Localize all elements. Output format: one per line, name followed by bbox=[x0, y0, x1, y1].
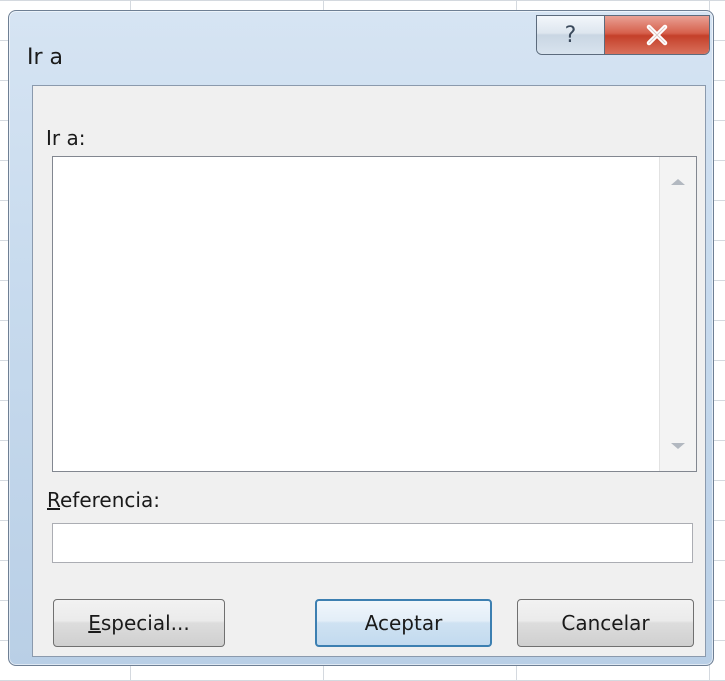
caption-buttons: ? bbox=[536, 15, 710, 55]
scroll-up-arrow-icon[interactable] bbox=[671, 179, 685, 185]
special-button-label: special... bbox=[100, 611, 190, 635]
reference-input[interactable] bbox=[52, 523, 693, 563]
scroll-down-arrow-icon[interactable] bbox=[671, 443, 685, 449]
goto-label: Ir a: bbox=[46, 126, 86, 150]
close-button[interactable] bbox=[605, 16, 709, 54]
special-button[interactable]: Especial... bbox=[53, 599, 225, 647]
reference-label-text: eferencia: bbox=[60, 488, 160, 512]
dialog-title: Ir a bbox=[27, 45, 64, 70]
special-button-accelerator: E bbox=[88, 611, 101, 635]
close-icon bbox=[646, 24, 668, 46]
accept-button-label: Aceptar bbox=[364, 611, 443, 635]
title-bar[interactable]: Ir a ? bbox=[9, 11, 713, 81]
cancel-button[interactable]: Cancelar bbox=[517, 599, 694, 647]
goto-dialog: Ir a ? Ir a: Referencia: Especial... Ace… bbox=[8, 10, 714, 666]
help-icon: ? bbox=[564, 22, 577, 48]
listbox-scrollbar[interactable] bbox=[659, 157, 696, 471]
goto-listbox[interactable] bbox=[52, 156, 697, 472]
help-button[interactable]: ? bbox=[537, 16, 605, 54]
dialog-body: Ir a: Referencia: Especial... Aceptar Ca… bbox=[32, 85, 706, 657]
reference-label-accelerator: R bbox=[47, 488, 60, 512]
reference-label: Referencia: bbox=[47, 488, 160, 512]
cancel-button-label: Cancelar bbox=[561, 611, 650, 635]
accept-button[interactable]: Aceptar bbox=[315, 599, 492, 647]
